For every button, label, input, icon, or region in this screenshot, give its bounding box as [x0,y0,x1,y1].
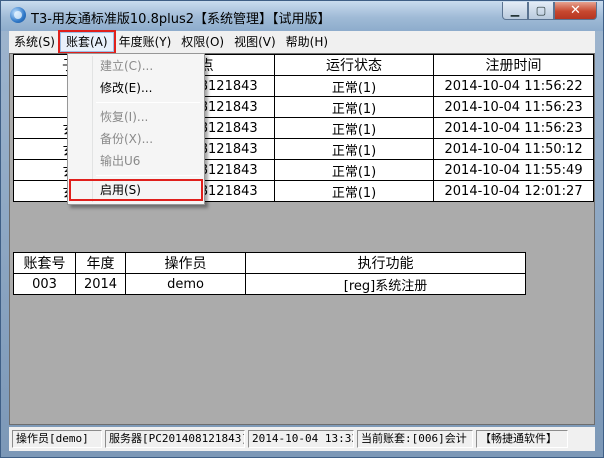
status-brand: 【畅捷通软件】 [476,430,568,448]
menu-bar: 系统(S) 账套(A) 年度账(Y) 权限(O) 视图(V) 帮助(H) [9,30,595,54]
menu-help[interactable]: 帮助(H) [281,32,333,52]
menu-annual-account[interactable]: 年度账(Y) [114,32,177,52]
column-header[interactable]: 操作员 [125,252,246,274]
menu-item-enable[interactable]: 启用(S) [69,179,203,201]
table-cell: 正常(1) [273,96,435,118]
table-cell: 2014-10-04 12:01:27 [433,180,594,202]
table-cell: 正常(1) [273,117,435,139]
column-header[interactable]: 执行功能 [245,252,526,274]
table-cell: 2014-10-04 11:56:22 [433,75,594,97]
menu-item-create: 建立(C)... [100,59,154,73]
status-operator: 操作员[demo] [12,430,102,448]
menu-permission[interactable]: 权限(O) [176,32,229,52]
menu-separator [96,102,200,103]
menu-item-restore: 恢复(I)... [100,110,149,124]
app-window: T3-用友通标准版10.8plus2【系统管理】【试用版】 ▁ ▢ ✕ 系统(S… [0,0,604,458]
title-bar[interactable]: T3-用友通标准版10.8plus2【系统管理】【试用版】 ▁ ▢ ✕ [1,1,603,31]
table-cell: 2014-10-04 11:56:23 [433,96,594,118]
table-cell: 正常(1) [273,138,435,160]
minimize-button[interactable]: ▁ [502,2,528,20]
table-cell: [reg]系统注册 [245,273,526,295]
table-cell: 正常(1) [273,75,435,97]
window-title: T3-用友通标准版10.8plus2【系统管理】【试用版】 [31,12,331,27]
menu-separator [96,175,200,176]
table-cell: 2014-10-04 11:55:49 [433,159,594,181]
menu-account[interactable]: 账套(A) [58,30,116,54]
menu-item-modify[interactable]: 修改(E)... [70,78,202,98]
status-current-account: 当前账套:[006]会计 [357,430,473,448]
table-cell: 2014-10-04 11:50:12 [433,138,594,160]
operation-log-table: 账套号 年度 操作员 执行功能 003 2014 demo [reg]系统注册 [13,252,526,295]
table-cell: 正常(1) [273,159,435,181]
log-header-row: 账套号 年度 操作员 执行功能 [13,252,526,274]
menu-item-backup: 备份(X)... [100,132,154,146]
status-datetime: 2014-10-04 13:33 [248,430,354,448]
status-bar: 操作员[demo] 服务器[PC201408121843] 2014-10-04… [9,427,595,451]
table-cell: 2014 [75,273,126,295]
app-logo-icon [10,7,26,23]
table-row[interactable]: 003 2014 demo [reg]系统注册 [13,273,526,295]
status-server: 服务器[PC201408121843] [105,430,245,448]
table-cell: 2014-10-04 11:56:23 [433,117,594,139]
window-controls: ▁ ▢ ✕ [502,2,597,20]
menu-system[interactable]: 系统(S) [9,32,60,52]
table-cell: 正常(1) [273,180,435,202]
table-cell: demo [125,273,246,295]
table-cell: 003 [13,273,76,295]
menu-view[interactable]: 视图(V) [229,32,281,52]
account-dropdown-menu: 建立(C)... 修改(E)... 恢复(I)... 备份(X)... 输出U6… [67,53,205,205]
column-header[interactable]: 注册时间 [433,54,594,76]
menu-item-export-u6: 输出U6 [100,154,141,168]
close-button[interactable]: ✕ [554,2,597,20]
column-header[interactable]: 年度 [75,252,126,274]
column-header[interactable]: 账套号 [13,252,76,274]
column-header[interactable]: 运行状态 [273,54,435,76]
maximize-button[interactable]: ▢ [528,2,554,20]
